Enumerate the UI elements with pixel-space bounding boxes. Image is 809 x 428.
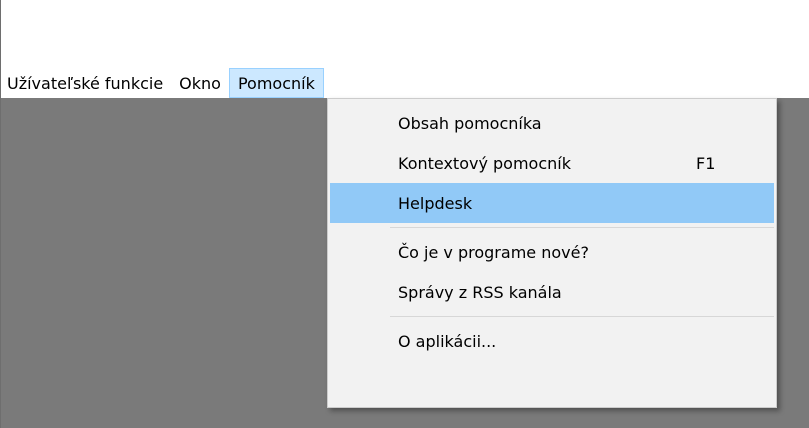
menu-item-label: Obsah pomocníka <box>398 113 542 133</box>
menu-item-shortcut: F1 <box>696 153 716 173</box>
menu-item-label: O aplikácii... <box>398 331 497 351</box>
menu-item-label: Čo je v programe nové? <box>398 242 589 262</box>
menu-item-about[interactable]: O aplikácii... <box>330 321 774 361</box>
menu-separator <box>390 316 774 317</box>
menu-user-functions[interactable]: Užívateľské funkcie <box>1 68 171 98</box>
menu-item-helpdesk[interactable]: Helpdesk <box>330 183 774 223</box>
menu-separator <box>390 227 774 228</box>
menu-item-label: Správy z RSS kanála <box>398 282 562 302</box>
help-dropdown-menu: Obsah pomocníka Kontextový pomocník F1 H… <box>327 98 777 408</box>
menu-item-rss-news[interactable]: Správy z RSS kanála <box>330 272 774 312</box>
menu-help[interactable]: Pomocník <box>228 68 324 98</box>
menu-item-label: Kontextový pomocník <box>398 153 571 173</box>
menu-item-whats-new[interactable]: Čo je v programe nové? <box>330 232 774 272</box>
application-window: Užívateľské funkcie Okno Pomocník Obsah … <box>0 0 809 428</box>
menu-item-help-contents[interactable]: Obsah pomocníka <box>330 103 774 143</box>
menu-window[interactable]: Okno <box>171 68 229 98</box>
window-top-area <box>1 0 809 68</box>
menu-bar: Užívateľské funkcie Okno Pomocník <box>1 68 809 98</box>
menu-item-label: Helpdesk <box>398 193 473 213</box>
menu-item-context-help[interactable]: Kontextový pomocník F1 <box>330 143 774 183</box>
